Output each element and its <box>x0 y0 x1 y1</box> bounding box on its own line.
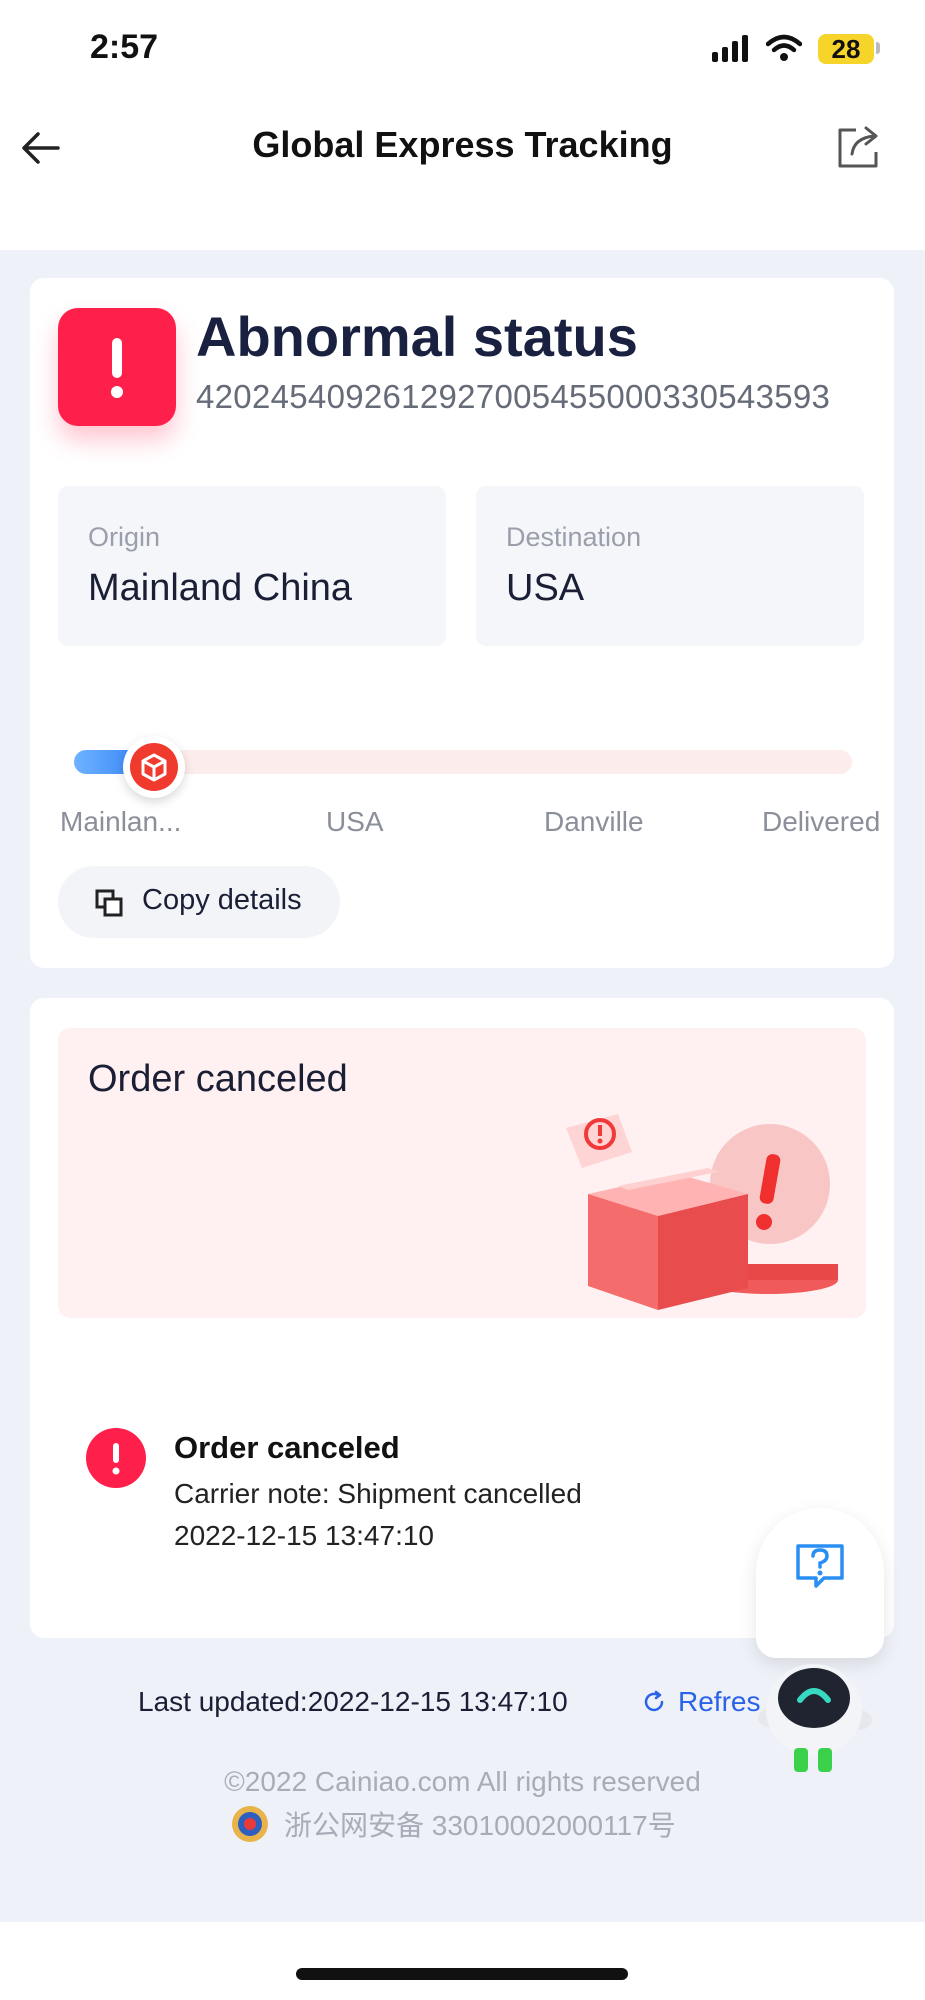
copy-icon <box>95 889 123 917</box>
wifi-icon <box>766 34 802 61</box>
progress-track <box>74 750 852 774</box>
icp-text: 浙公网安备 33010002000117号 <box>284 1810 676 1841</box>
page-title: Global Express Tracking <box>252 124 673 165</box>
exclamation-icon <box>86 1428 146 1488</box>
exclamation-icon <box>111 338 123 398</box>
destination-value: USA <box>506 567 585 609</box>
home-indicator[interactable] <box>296 1968 628 1980</box>
help-float-button[interactable] <box>756 1508 884 1658</box>
banner-title: Order canceled <box>88 1058 348 1100</box>
package-icon <box>130 743 178 791</box>
home-area <box>0 1922 925 2000</box>
police-badge-icon <box>232 1806 268 1842</box>
event-time: 2022-12-15 13:47:10 <box>174 1520 434 1551</box>
cancel-banner: Order canceled <box>58 1028 866 1318</box>
stop-label: Delivered <box>762 806 881 837</box>
status-bar: 2:57 28 <box>0 0 925 100</box>
origin-label: Origin <box>88 522 161 552</box>
destination-box: Destination USA <box>476 486 864 646</box>
battery-indicator: 28 <box>818 34 874 64</box>
refresh-icon <box>644 1690 664 1712</box>
destination-label: Destination <box>506 522 642 552</box>
copy-details-label: Copy details <box>142 884 302 916</box>
icp-record[interactable]: 浙公网安备 33010002000117号 <box>230 1802 676 1846</box>
stop-label: Danville <box>544 806 644 837</box>
last-updated-text: Last updated:2022-12-15 13:47:10 <box>138 1686 568 1717</box>
origin-box: Origin Mainland China <box>58 486 446 646</box>
status-time: 2:57 <box>90 28 159 66</box>
origin-value: Mainland China <box>88 567 353 609</box>
status-card: Abnormal status 420245409261292700545500… <box>30 278 894 968</box>
help-icon <box>796 1544 844 1588</box>
abnormal-status-tile <box>58 308 176 426</box>
status-title: Abnormal status <box>196 305 638 368</box>
battery-tip <box>876 42 880 54</box>
robot-mascot-icon[interactable] <box>742 1640 882 1780</box>
stop-label: USA <box>326 806 384 837</box>
canceled-package-illustration <box>566 1114 838 1310</box>
event-title: Order canceled <box>174 1430 400 1465</box>
tracking-number: 4202454092612927005455000330543593 <box>196 378 831 415</box>
share-icon[interactable] <box>836 122 882 170</box>
event-item: Order canceled Carrier note: Shipment ca… <box>86 1428 826 1578</box>
progress-stops: Mainlan... USA Danville Delivered <box>60 806 880 846</box>
signal-icon <box>712 34 748 62</box>
stop-label: Mainlan... <box>60 806 182 837</box>
nav-bar: Global Express Tracking <box>0 100 925 318</box>
progress-marker <box>123 736 185 798</box>
event-note: Carrier note: Shipment cancelled <box>174 1478 582 1509</box>
copy-details-button[interactable]: Copy details <box>58 866 340 938</box>
